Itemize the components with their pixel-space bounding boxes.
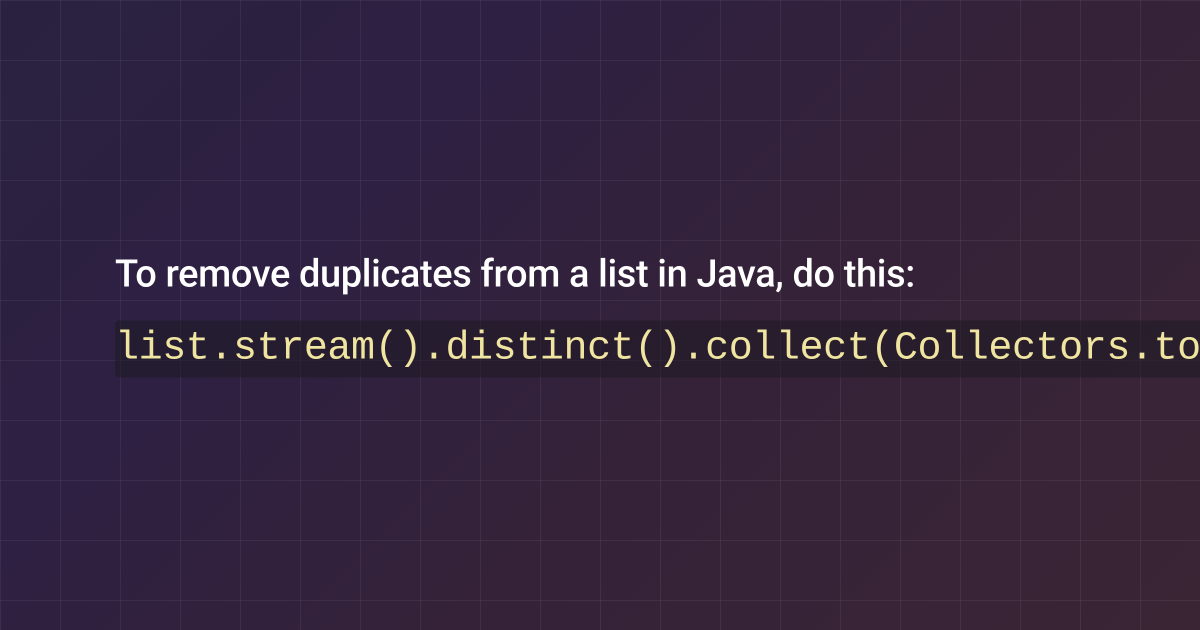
code-snippet: list.stream().distinct().collect(Collect… xyxy=(115,321,1200,378)
content-block: To remove duplicates from a list in Java… xyxy=(0,253,1200,378)
heading-text: To remove duplicates from a list in Java… xyxy=(115,253,915,297)
